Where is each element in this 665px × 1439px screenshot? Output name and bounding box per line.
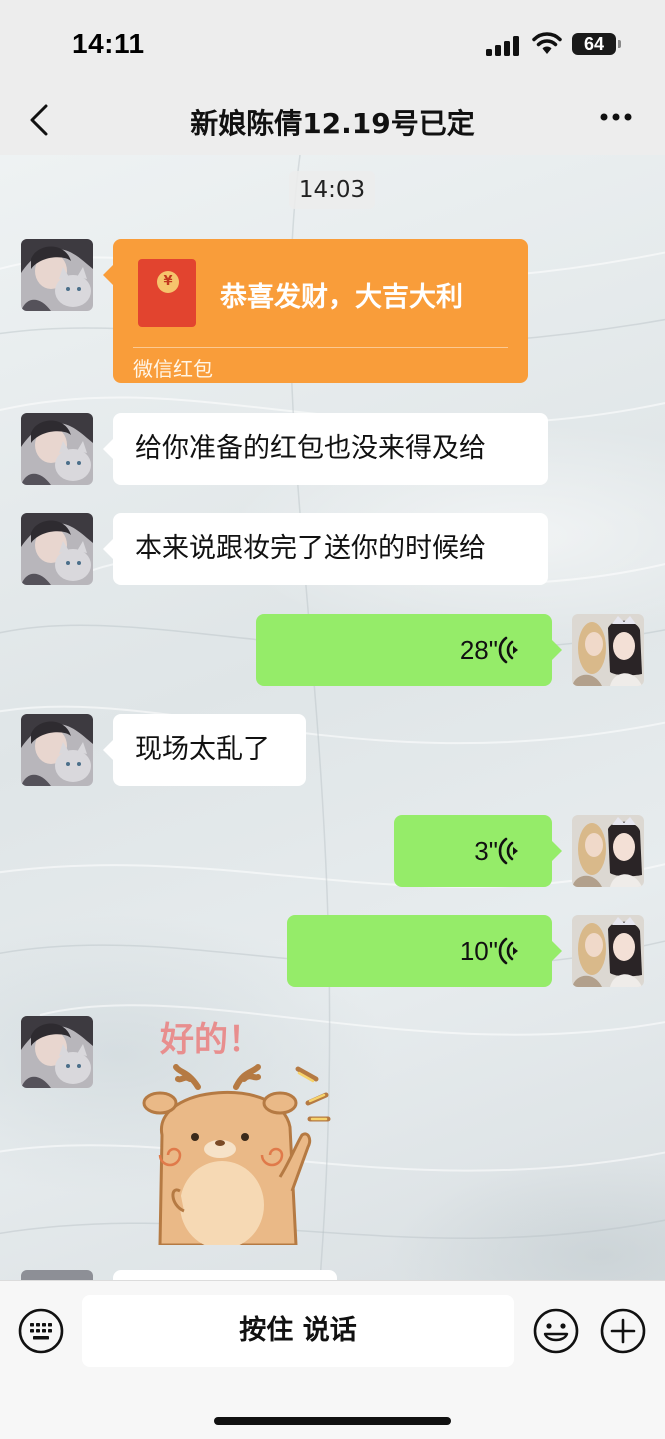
red-packet-icon: ¥ — [138, 259, 196, 327]
voice-wave-icon — [498, 837, 518, 865]
voice-duration: 3" — [474, 836, 498, 866]
hold-to-talk-button[interactable]: 按住 说话 — [82, 1295, 514, 1367]
red-packet-label: 微信红包 — [133, 357, 213, 381]
signal-icon — [486, 36, 519, 56]
text-message[interactable]: 本来说跟妆完了送你的时候给 — [103, 513, 548, 585]
wifi-icon — [532, 32, 562, 54]
red-packet-greeting: 恭喜发财，大吉大利 — [220, 282, 463, 313]
nav-bar: 新娘陈倩12.19号已定 — [0, 88, 665, 155]
input-bar: 按住 说话 — [0, 1280, 665, 1439]
text-message[interactable]: 给你准备的红包也没来得及给 — [103, 413, 548, 485]
emoji-icon[interactable] — [533, 1308, 579, 1354]
keyboard-icon[interactable] — [18, 1308, 64, 1354]
voice-message[interactable]: 10" — [287, 915, 562, 987]
self-avatar[interactable] — [572, 915, 644, 987]
text-message-partial — [113, 1270, 337, 1280]
contact-avatar[interactable] — [21, 513, 93, 585]
voice-message[interactable]: 3" — [394, 815, 562, 887]
sticker-caption: 好的！ — [159, 1020, 262, 1060]
self-avatar[interactable] — [572, 815, 644, 887]
voice-wave-icon — [498, 636, 518, 664]
contact-avatar[interactable] — [21, 1016, 93, 1088]
red-packet-message[interactable]: ¥ 恭喜发财，大吉大利 微信红包 — [103, 239, 528, 383]
contact-avatar-partial — [21, 1270, 93, 1280]
voice-duration: 10" — [459, 936, 498, 966]
text-message[interactable]: 现场太乱了 — [103, 714, 306, 786]
voice-wave-icon — [498, 937, 518, 965]
red-packet-divider — [133, 347, 508, 348]
status-bar: 14:11 64 — [0, 0, 665, 88]
home-indicator — [214, 1417, 451, 1425]
contact-avatar[interactable] — [21, 413, 93, 485]
battery-icon: 64 — [572, 33, 616, 55]
battery-tip — [618, 40, 621, 48]
contact-avatar[interactable] — [21, 714, 93, 786]
more-icon[interactable] — [596, 102, 636, 132]
self-avatar[interactable] — [572, 614, 644, 686]
sticker-message[interactable]: 好的！ — [140, 1015, 340, 1249]
status-time: 14:11 — [72, 28, 145, 59]
voice-message[interactable]: 28" — [256, 614, 562, 686]
contact-avatar[interactable] — [21, 239, 93, 311]
plus-icon[interactable] — [600, 1308, 646, 1354]
yuan-coin-icon: ¥ — [157, 271, 179, 293]
message-timestamp: 14:03 — [289, 171, 375, 209]
chat-title: 新娘陈倩12.19号已定 — [190, 107, 475, 140]
voice-duration: 28" — [459, 635, 498, 665]
